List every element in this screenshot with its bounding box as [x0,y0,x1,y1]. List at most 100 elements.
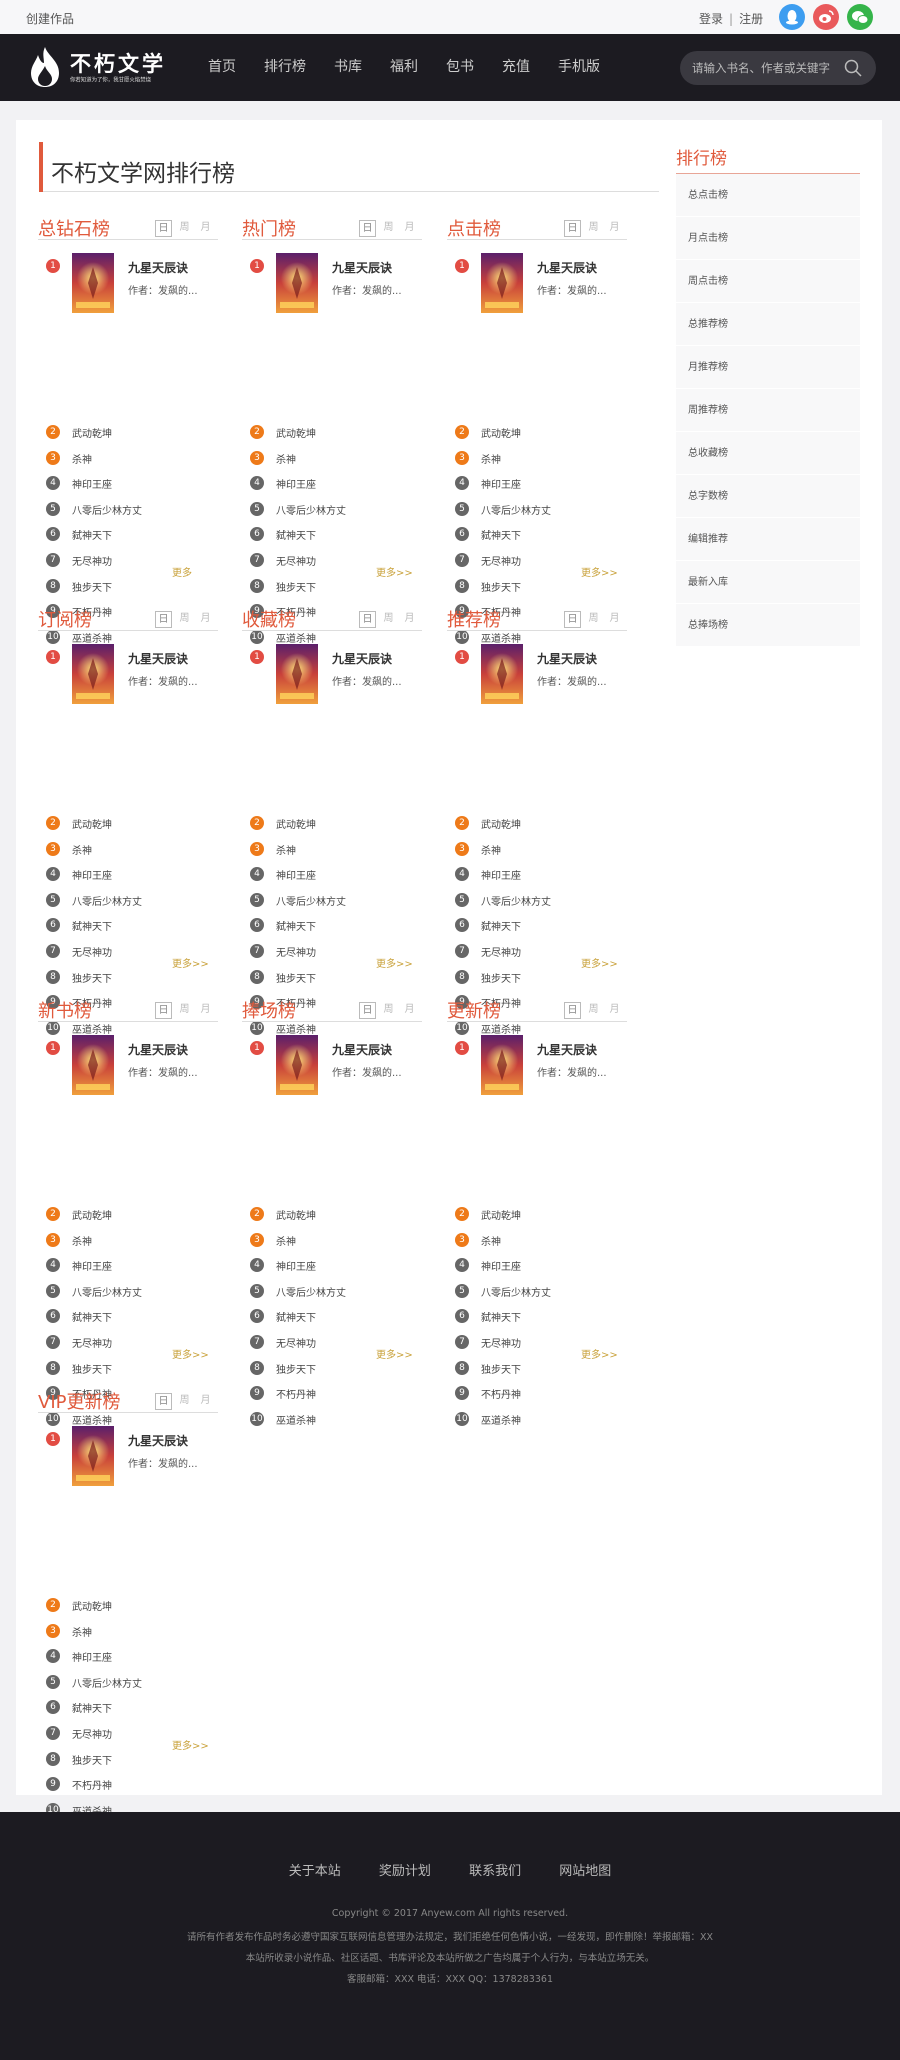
list-item[interactable]: 8 独步天下 [38,969,218,985]
more-link[interactable]: 更多 [172,564,192,579]
book-name[interactable]: 无尽神功 [72,1335,112,1350]
book-name[interactable]: 杀神 [481,1233,501,1248]
book-name[interactable]: 八零后少林方丈 [276,1284,346,1299]
create-work-link[interactable]: 创建作品 [26,10,74,27]
book-name[interactable]: 神印王座 [72,476,112,491]
sidebar-item[interactable]: 编辑推荐 [676,518,860,561]
book-name[interactable]: 武动乾坤 [481,425,521,440]
book-name[interactable]: 无尽神功 [72,944,112,959]
book-name[interactable]: 杀神 [276,451,296,466]
list-item[interactable]: 2 武动乾坤 [242,424,422,440]
book-name[interactable]: 武动乾坤 [481,816,521,831]
list-item[interactable]: 5 八零后少林方丈 [242,1283,422,1299]
list-item[interactable]: 6 弑神天下 [242,917,422,933]
book-name[interactable]: 神印王座 [72,1258,112,1273]
book-name[interactable]: 无尽神功 [481,944,521,959]
list-item[interactable]: 5 八零后少林方丈 [38,1283,218,1299]
book-name[interactable]: 巫道杀神 [481,1412,521,1427]
featured-book-title[interactable]: 九星天辰诀 [128,650,188,667]
qq-icon[interactable] [779,4,805,30]
book-name[interactable]: 武动乾坤 [72,1598,112,1613]
list-item[interactable]: 2 武动乾坤 [38,1597,218,1613]
board-title[interactable]: VIP更新榜 [38,1388,120,1414]
book-name[interactable]: 弑神天下 [276,1309,316,1324]
book-name[interactable]: 武动乾坤 [72,425,112,440]
site-logo[interactable]: 不朽文学 你若知道为了你，我甘愿火焰焚烧 [28,46,170,90]
book-name[interactable]: 无尽神功 [481,1335,521,1350]
footer-link-sitemap[interactable]: 网站地图 [559,1864,611,1879]
list-item[interactable]: 6 弑神天下 [242,1308,422,1324]
featured-book-title[interactable]: 九星天辰诀 [537,650,597,667]
list-item[interactable]: 6 弑神天下 [38,1699,218,1715]
featured-book-title[interactable]: 九星天辰诀 [128,1041,188,1058]
book-name[interactable]: 武动乾坤 [276,816,316,831]
book-name[interactable]: 弑神天下 [72,1700,112,1715]
book-name[interactable]: 武动乾坤 [276,425,316,440]
board-title[interactable]: 收藏榜 [242,606,296,632]
sidebar-item[interactable]: 总点击榜 [676,174,860,217]
list-item[interactable]: 6 弑神天下 [447,526,627,542]
list-item[interactable]: 8 独步天下 [242,1360,422,1376]
sidebar-item[interactable]: 总字数榜 [676,475,860,518]
more-link[interactable]: 更多>> [376,1346,413,1361]
nav-rankings[interactable]: 排行榜 [264,34,306,101]
tab-day[interactable]: 日 [564,1002,581,1019]
book-name[interactable]: 弑神天下 [481,918,521,933]
book-name[interactable]: 八零后少林方丈 [481,893,551,908]
tab-month[interactable]: 月 [606,1002,623,1019]
list-item[interactable]: 8 独步天下 [242,578,422,594]
featured-book-title[interactable]: 九星天辰诀 [332,650,392,667]
tab-week[interactable]: 周 [380,1002,397,1019]
list-item[interactable]: 5 八零后少林方丈 [447,501,627,517]
tab-day[interactable]: 日 [155,220,172,237]
more-link[interactable]: 更多>> [172,1346,209,1361]
search-icon[interactable] [844,59,862,77]
list-item[interactable]: 6 弑神天下 [447,917,627,933]
book-name[interactable]: 神印王座 [276,1258,316,1273]
featured-book-title[interactable]: 九星天辰诀 [128,1432,188,1449]
list-item[interactable]: 4 神印王座 [38,866,218,882]
list-item[interactable]: 3 杀神 [447,450,627,466]
tab-month[interactable]: 月 [606,220,623,237]
book-name[interactable]: 神印王座 [72,867,112,882]
list-item[interactable]: 3 杀神 [447,1232,627,1248]
book-name[interactable]: 八零后少林方丈 [72,1284,142,1299]
weibo-icon[interactable] [813,4,839,30]
tab-day[interactable]: 日 [155,611,172,628]
book-cover[interactable] [72,644,114,704]
board-title[interactable]: 订阅榜 [38,606,92,632]
board-title[interactable]: 更新榜 [447,997,501,1023]
list-item[interactable]: 2 武动乾坤 [242,815,422,831]
book-name[interactable]: 神印王座 [481,476,521,491]
book-name[interactable]: 八零后少林方丈 [72,1675,142,1690]
sidebar-item[interactable]: 周点击榜 [676,260,860,303]
nav-book-package[interactable]: 包书 [446,34,474,101]
book-cover[interactable] [72,253,114,313]
more-link[interactable]: 更多>> [376,955,413,970]
book-name[interactable]: 弑神天下 [72,918,112,933]
board-title[interactable]: 推荐榜 [447,606,501,632]
list-item[interactable]: 3 杀神 [38,450,218,466]
list-item[interactable]: 5 八零后少林方丈 [38,501,218,517]
list-item[interactable]: 8 独步天下 [447,969,627,985]
footer-link-contact[interactable]: 联系我们 [469,1864,521,1879]
tab-month[interactable]: 月 [401,220,418,237]
book-name[interactable]: 不朽丹神 [72,1777,112,1792]
book-name[interactable]: 独步天下 [276,1361,316,1376]
tab-day[interactable]: 日 [359,220,376,237]
book-name[interactable]: 武动乾坤 [276,1207,316,1222]
board-title[interactable]: 捧场榜 [242,997,296,1023]
book-name[interactable]: 独步天下 [481,579,521,594]
list-item[interactable]: 9 不朽丹神 [242,1385,422,1401]
book-name[interactable]: 八零后少林方丈 [481,1284,551,1299]
list-item[interactable]: 5 八零后少林方丈 [38,1674,218,1690]
book-name[interactable]: 弑神天下 [276,918,316,933]
book-name[interactable]: 独步天下 [276,970,316,985]
list-item[interactable]: 8 独步天下 [447,578,627,594]
tab-week[interactable]: 周 [380,611,397,628]
more-link[interactable]: 更多>> [581,564,618,579]
featured-book-title[interactable]: 九星天辰诀 [332,1041,392,1058]
tab-day[interactable]: 日 [155,1002,172,1019]
book-name[interactable]: 不朽丹神 [481,1386,521,1401]
list-item[interactable]: 9 不朽丹神 [447,1385,627,1401]
